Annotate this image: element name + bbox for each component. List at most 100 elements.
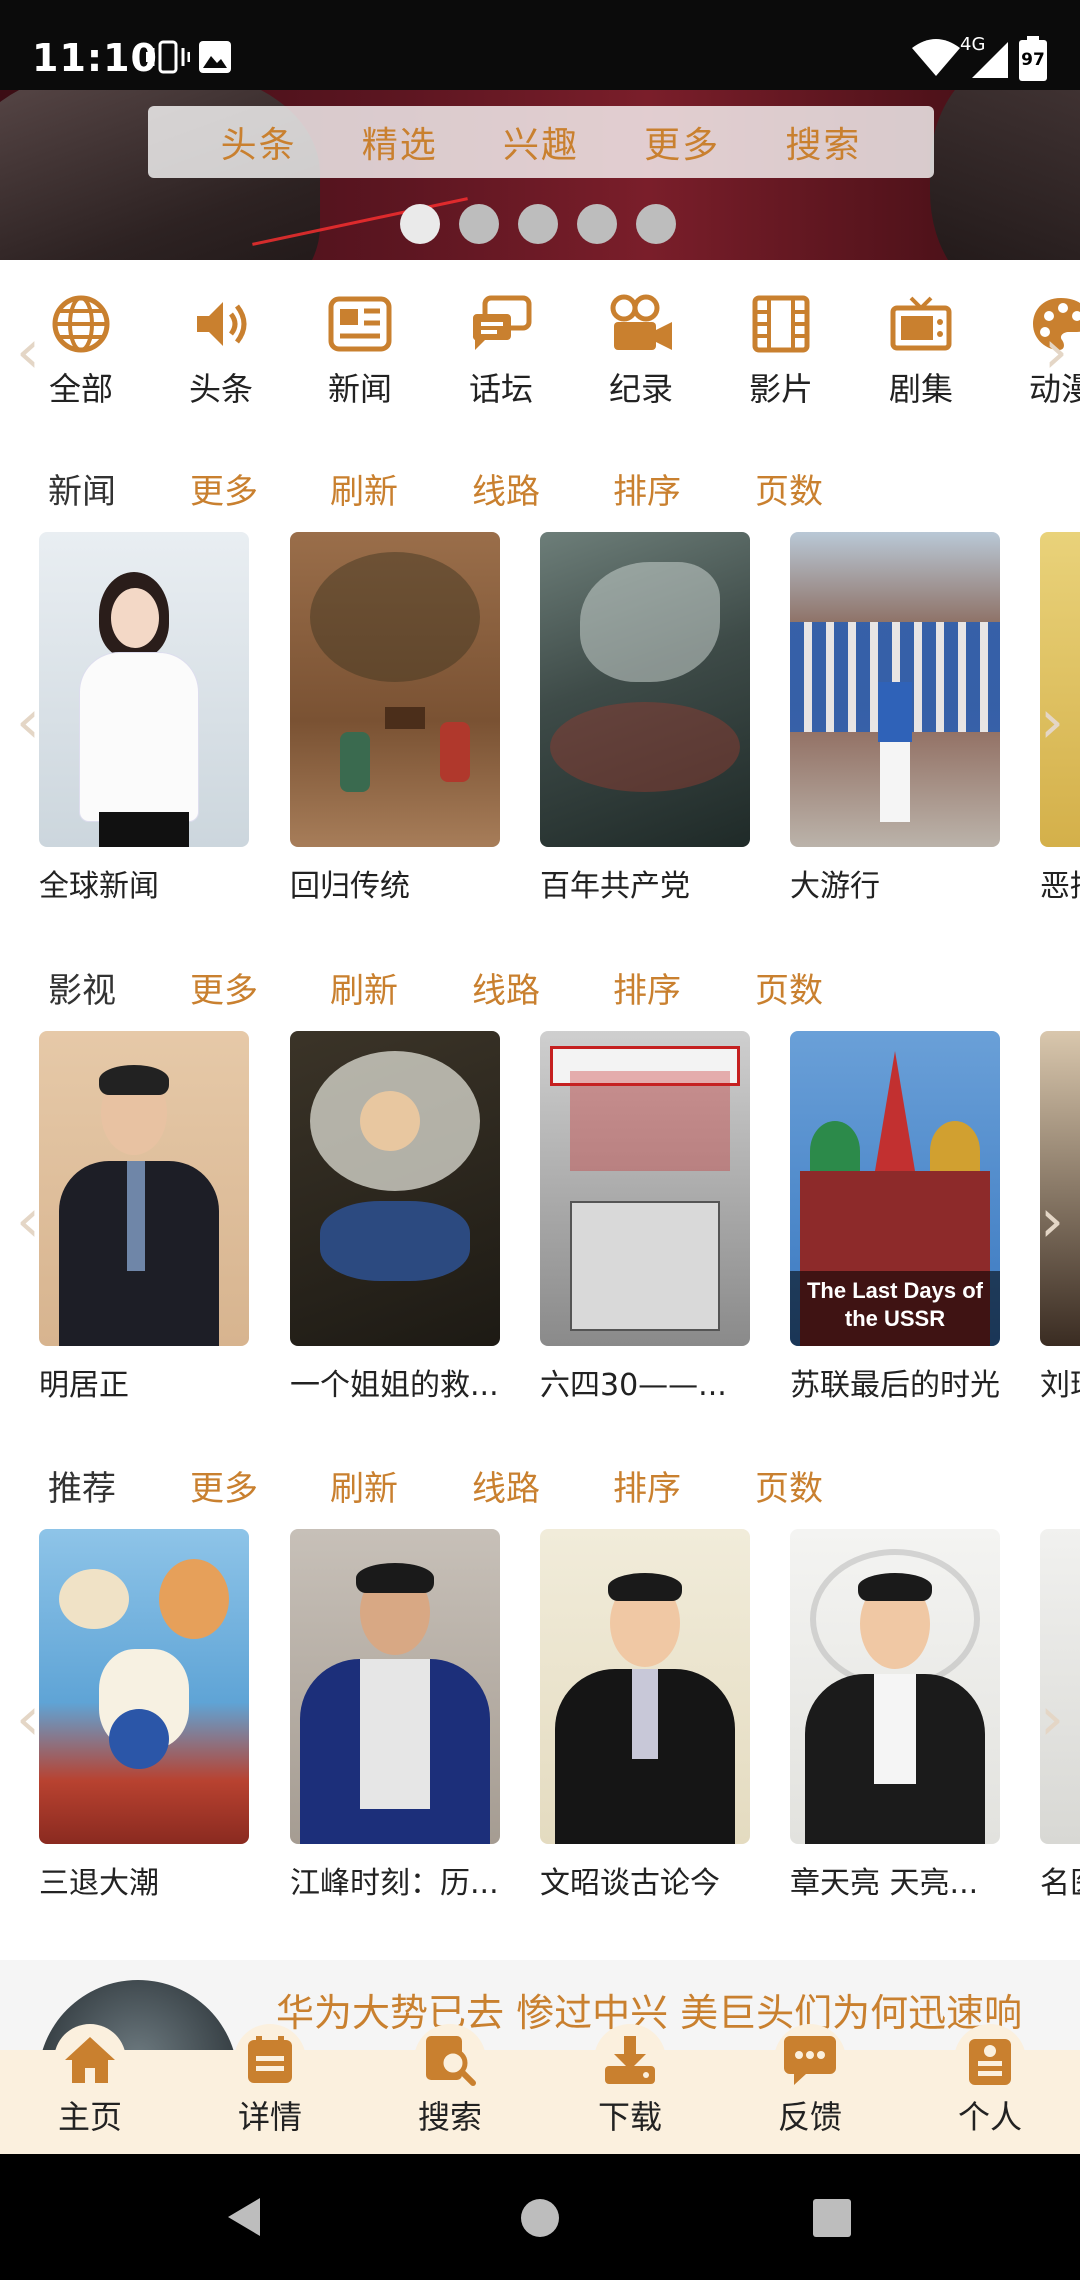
category-series[interactable]: 剧集	[866, 292, 976, 410]
top-nav: 头条 精选 兴趣 更多 搜索	[148, 106, 934, 178]
news-ticker[interactable]: 华为大势已去 惨过中兴 美巨头们为何迅速响	[0, 1960, 1080, 2050]
section-header: 推荐 更多 刷新 线路 排序 页数	[0, 1449, 1080, 1519]
carousel-next-arrow[interactable]: ›	[1040, 692, 1064, 752]
back-icon[interactable]	[226, 2196, 262, 2242]
category-documentary[interactable]: 纪录	[586, 292, 696, 410]
media-card[interactable]: 大游行	[790, 532, 1000, 905]
section-news: 新闻 更多 刷新 线路 排序 页数 全球新闻 回归传统 百年共产党 大游行 恶 …	[0, 452, 1080, 932]
section-title: 影视	[48, 971, 116, 1011]
media-card[interactable]: 明居正	[39, 1031, 249, 1404]
route-button[interactable]: 线路	[472, 1461, 540, 1510]
carousel-next-arrow[interactable]: ›	[1040, 1689, 1064, 1749]
card-thumbnail	[290, 1529, 500, 1844]
battery-level: 97	[1021, 50, 1045, 70]
pages-button[interactable]: 页数	[755, 963, 823, 1012]
media-card[interactable]: 回归传统	[290, 532, 500, 905]
hero-banner[interactable]: 头条 精选 兴趣 更多 搜索	[0, 90, 1080, 260]
card-thumbnail	[39, 1529, 249, 1844]
top-nav-search[interactable]: 搜索	[785, 116, 861, 168]
category-next-arrow[interactable]: ›	[1044, 322, 1068, 382]
recents-icon[interactable]	[812, 2198, 852, 2242]
category-movies[interactable]: 影片	[726, 292, 836, 410]
status-time: 11:10	[32, 36, 158, 80]
pages-button[interactable]: 页数	[755, 1461, 823, 1510]
top-nav-headlines[interactable]: 头条	[221, 116, 297, 168]
media-card[interactable]: 六四30——...	[540, 1031, 750, 1404]
top-nav-more[interactable]: 更多	[644, 116, 720, 168]
nav-label: 反馈	[777, 2098, 842, 2136]
top-nav-featured[interactable]: 精选	[362, 116, 438, 168]
media-card[interactable]: 江峰时刻：历...	[290, 1529, 500, 1902]
category-anime[interactable]: 动漫	[1006, 292, 1080, 410]
card-carousel: 明居正 一个姐姐的救... 六四30——... The Last Days of…	[0, 1031, 1080, 1431]
status-bar: 11:10 4G 97	[0, 0, 1080, 90]
carousel-prev-arrow[interactable]: ‹	[16, 1689, 40, 1749]
media-card[interactable]: 三退大潮	[39, 1529, 249, 1902]
refresh-button[interactable]: 刷新	[330, 1461, 398, 1510]
category-all[interactable]: 全部	[26, 292, 136, 410]
route-button[interactable]: 线路	[472, 963, 540, 1012]
card-title: 文昭谈古论今	[540, 1866, 720, 1901]
section-film: 影视 更多 刷新 线路 排序 页数 明居正 一个姐姐的救... 六四30——..…	[0, 951, 1080, 1431]
carousel-dot[interactable]	[636, 204, 676, 244]
card-thumbnail	[540, 532, 750, 847]
sort-button[interactable]: 排序	[613, 963, 681, 1012]
wifi-icon	[910, 38, 962, 82]
section-title: 新闻	[48, 472, 116, 512]
speaker-icon	[166, 292, 276, 356]
profile-icon	[954, 2024, 1026, 2096]
category-headlines[interactable]: 头条	[166, 292, 276, 410]
card-title: 名医	[1040, 1866, 1080, 1901]
section-header: 新闻 更多 刷新 线路 排序 页数	[0, 452, 1080, 522]
route-button[interactable]: 线路	[472, 464, 540, 513]
carousel-dot[interactable]	[459, 204, 499, 244]
media-card[interactable]: 章天亮 天亮...	[790, 1529, 1000, 1902]
carousel-prev-arrow[interactable]: ‹	[16, 1191, 40, 1251]
category-label: 全部	[48, 370, 113, 408]
card-thumbnail	[39, 1031, 249, 1346]
home-circle-icon[interactable]	[520, 2198, 560, 2242]
refresh-button[interactable]: 刷新	[330, 963, 398, 1012]
category-label: 新闻	[327, 370, 392, 408]
section-recommended: 推荐 更多 刷新 线路 排序 页数 三退大潮 江峰时刻：历... 文昭谈古论今 …	[0, 1449, 1080, 1929]
card-thumbnail	[540, 1529, 750, 1844]
card-title: 一个姐姐的救...	[290, 1368, 499, 1403]
card-title: 恶搞	[1040, 869, 1080, 904]
top-nav-interests[interactable]: 兴趣	[503, 116, 579, 168]
card-title: 六四30——...	[540, 1368, 727, 1403]
media-card[interactable]: 文昭谈古论今	[540, 1529, 750, 1902]
camera-icon	[586, 292, 696, 356]
media-card[interactable]: 全球新闻	[39, 532, 249, 905]
more-button[interactable]: 更多	[190, 464, 258, 513]
more-button[interactable]: 更多	[190, 1461, 258, 1510]
carousel-dot[interactable]	[577, 204, 617, 244]
carousel-dot[interactable]	[518, 204, 558, 244]
pages-button[interactable]: 页数	[755, 464, 823, 513]
category-label: 剧集	[888, 370, 953, 408]
category-label: 动漫	[1028, 370, 1080, 408]
sort-button[interactable]: 排序	[613, 464, 681, 513]
carousel-dot[interactable]	[400, 204, 440, 244]
card-title: 刘瑞	[1040, 1368, 1080, 1403]
carousel-prev-arrow[interactable]: ‹	[16, 692, 40, 752]
refresh-button[interactable]: 刷新	[330, 464, 398, 513]
media-card[interactable]: 百年共产党	[540, 532, 750, 905]
palette-icon	[1006, 292, 1080, 356]
media-card[interactable]: 一个姐姐的救...	[290, 1031, 500, 1404]
newspaper-icon	[305, 292, 415, 356]
card-title: 章天亮 天亮...	[790, 1866, 979, 1901]
category-forum[interactable]: 话坛	[446, 292, 556, 410]
sort-button[interactable]: 排序	[613, 1461, 681, 1510]
media-card[interactable]: The Last Days of the USSR 苏联最后的时光	[790, 1031, 1000, 1404]
card-thumbnail	[39, 532, 249, 847]
carousel-next-arrow[interactable]: ›	[1040, 1191, 1064, 1251]
film-icon	[726, 292, 836, 356]
more-button[interactable]: 更多	[190, 963, 258, 1012]
nav-label: 主页	[57, 2098, 122, 2136]
globe-icon	[26, 292, 136, 356]
card-thumbnail	[290, 1031, 500, 1346]
category-label: 话坛	[468, 370, 533, 408]
nav-label: 搜索	[417, 2098, 482, 2136]
nav-label: 下载	[597, 2098, 662, 2136]
category-news[interactable]: 新闻	[305, 292, 415, 410]
